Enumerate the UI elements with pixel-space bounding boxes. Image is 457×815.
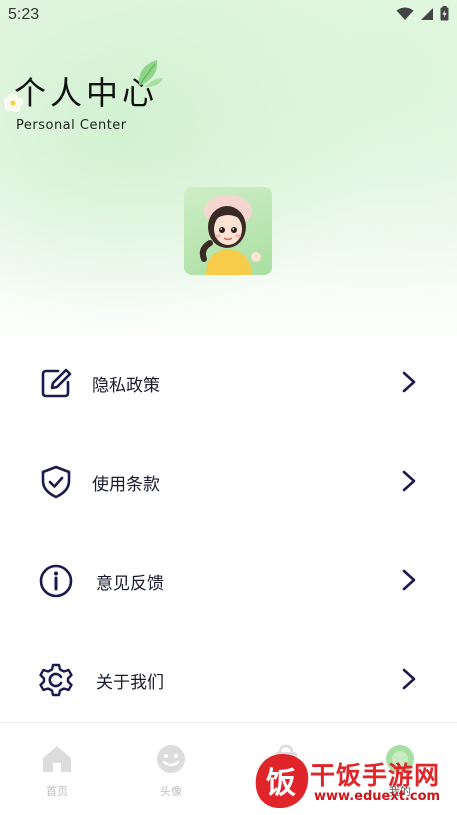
shield-check-icon bbox=[41, 465, 71, 499]
avatar-girl-illustration bbox=[199, 195, 261, 275]
menu-item-label: 隐私政策 bbox=[92, 376, 160, 396]
watermark: 饭 干饭手游网 www.eduext.com bbox=[252, 752, 452, 810]
menu-item-about-us[interactable]: 关于我们 bbox=[0, 630, 457, 729]
menu-item-terms-of-use[interactable]: 使用条款 bbox=[0, 432, 457, 531]
leaf-icon bbox=[138, 60, 163, 87]
edit-icon bbox=[41, 368, 72, 398]
header-background bbox=[0, 0, 457, 360]
page-subtitle: Personal Center bbox=[16, 118, 127, 133]
chevron-right-icon bbox=[402, 371, 416, 393]
menu-item-privacy-policy[interactable]: 隐私政策 bbox=[0, 333, 457, 432]
tab-avatar[interactable]: 头像 bbox=[141, 743, 201, 799]
status-icons bbox=[396, 6, 449, 21]
face-icon bbox=[157, 745, 185, 773]
home-icon bbox=[43, 746, 71, 772]
chevron-right-icon bbox=[402, 470, 416, 492]
status-bar: 5:23 bbox=[0, 0, 457, 30]
chevron-right-icon bbox=[402, 569, 416, 591]
menu-item-label: 意见反馈 bbox=[96, 574, 164, 594]
watermark-url: www.eduext.com bbox=[314, 789, 441, 804]
chevron-right-icon bbox=[402, 668, 416, 690]
info-icon bbox=[39, 564, 73, 598]
watermark-brand: 干饭手游网 bbox=[310, 761, 441, 790]
watermark-logo-icon: 饭 bbox=[255, 754, 309, 809]
menu-item-label: 关于我们 bbox=[96, 673, 164, 693]
watermark-logo-char: 饭 bbox=[266, 766, 296, 801]
wifi-icon bbox=[396, 7, 414, 20]
menu-item-label: 使用条款 bbox=[92, 475, 160, 495]
battery-icon bbox=[440, 6, 449, 21]
tab-home[interactable]: 首页 bbox=[27, 743, 87, 799]
tab-label: 头像 bbox=[160, 785, 182, 798]
gear-icon bbox=[39, 663, 73, 697]
tab-label: 首页 bbox=[46, 785, 68, 798]
menu-item-feedback[interactable]: 意见反馈 bbox=[0, 531, 457, 630]
menu-list: 隐私政策 使用条款 意见反馈 关于我们 bbox=[0, 333, 457, 729]
status-time: 5:23 bbox=[8, 6, 40, 23]
signal-icon bbox=[421, 7, 433, 20]
avatar[interactable] bbox=[184, 187, 272, 275]
